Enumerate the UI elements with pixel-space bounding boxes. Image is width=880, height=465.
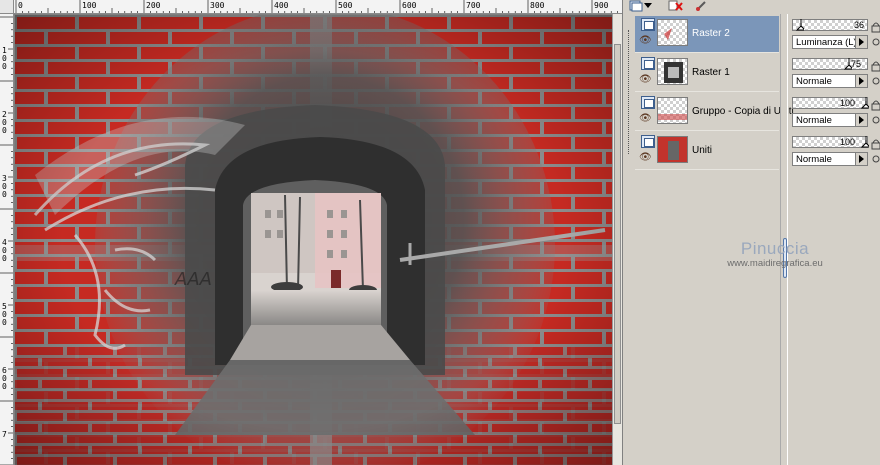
ruler-label: 200 (146, 1, 161, 10)
ruler-label: 0 (2, 318, 7, 327)
ruler-label: 500 (338, 1, 353, 10)
layer-row-raster-2[interactable]: 👁 Raster 2 (635, 16, 779, 53)
lock-link-icon[interactable] (870, 59, 880, 89)
ruler-label: 100 (82, 1, 97, 10)
chevron-right-icon[interactable] (855, 114, 867, 126)
opacity-slider[interactable]: 75 (792, 58, 868, 70)
layers-toolbar (623, 0, 880, 14)
canvas-area[interactable]: 0 100 200 300 400 500 600 700 800 900 100 200 300 40… (0, 0, 622, 465)
opacity-value: 75 (851, 59, 862, 69)
chevron-right-icon[interactable] (855, 153, 867, 165)
ruler-label: 0 (2, 62, 7, 71)
visibility-eye-icon[interactable]: 👁 (639, 75, 652, 85)
layer-name: Gruppo - Copia di Uniti (692, 106, 794, 117)
layer-thumbnail (657, 19, 688, 46)
opacity-slider[interactable]: 100 (792, 136, 869, 148)
layer-group-line (628, 30, 629, 154)
blend-mode-select[interactable]: Normale (792, 74, 868, 88)
ruler-label: 0 (18, 1, 23, 10)
layer-row-raster-1[interactable]: 👁 Raster 1 (635, 55, 779, 92)
visibility-eye-icon[interactable]: 👁 (639, 153, 652, 163)
ruler-label: 0 (2, 382, 7, 391)
vertical-ruler: 1002003004005006007 (0, 14, 14, 465)
layer-props-raster-1: 75 Normale (790, 57, 880, 94)
layer-row-gruppo-copia-di-uniti[interactable]: 👁 Gruppo - Copia di Uniti (635, 94, 794, 131)
layer-name: Uniti (692, 145, 713, 156)
layer-thumbnail (657, 136, 688, 163)
layer-props-gruppo: 100 Normale (790, 96, 880, 133)
blend-mode-value: Normale (796, 154, 832, 165)
blend-mode-select[interactable]: Normale (792, 152, 868, 166)
ruler-label: 7 (2, 430, 7, 439)
visibility-eye-icon[interactable]: 👁 (639, 36, 652, 46)
ruler-label: 0 (2, 126, 7, 135)
blend-mode-select[interactable]: Luminanza (L) (792, 35, 868, 49)
blend-mode-value: Normale (796, 115, 832, 126)
layer-thumbnail (657, 97, 688, 124)
ruler-label: 300 (210, 1, 225, 10)
edit-brush-icon[interactable] (693, 0, 711, 12)
ruler-label: 0 (2, 190, 7, 199)
lock-link-icon[interactable] (870, 137, 880, 167)
visibility-eye-icon[interactable]: 👁 (639, 114, 652, 124)
ruler-label: 700 (466, 1, 481, 10)
layer-name: Raster 2 (692, 28, 730, 39)
layer-props-raster-2: 36 Luminanza (L) (790, 18, 880, 55)
layers-palette: 👁 Raster 2 👁 Raster 1 👁 Gruppo - Copia d… (622, 0, 880, 465)
opacity-value: 36 (853, 20, 864, 30)
raster-layer-icon (641, 57, 655, 70)
blend-mode-select[interactable]: Normale (792, 113, 868, 127)
ruler-label: 800 (530, 1, 545, 10)
raster-layer-icon (641, 135, 655, 148)
lock-link-icon[interactable] (870, 98, 880, 128)
psp-workspace: 0 100 200 300 400 500 600 700 800 900 100 200 300 40… (0, 0, 880, 465)
chevron-right-icon[interactable] (855, 75, 867, 87)
ruler-label: 400 (274, 1, 289, 10)
layer-name: Raster 1 (692, 67, 730, 78)
opacity-slider[interactable]: 36 (792, 19, 868, 31)
opacity-slider[interactable]: 100 (792, 97, 869, 109)
layer-thumbnail (657, 58, 688, 85)
raster-layer-icon (641, 18, 655, 31)
ruler-label: 0 (2, 254, 7, 263)
ruler-label: 600 (402, 1, 417, 10)
opacity-value: 100 (839, 98, 855, 108)
ruler-label: 900 (594, 1, 609, 10)
dropdown-arrow-icon[interactable] (643, 0, 653, 12)
opacity-value: 100 (839, 137, 855, 147)
layer-row-uniti[interactable]: 👁 Uniti (635, 133, 779, 170)
ruler-corner (0, 0, 14, 14)
delete-layer-icon[interactable] (667, 0, 685, 12)
canvas-image[interactable]: AAA (15, 15, 612, 465)
splitter-grip[interactable] (783, 238, 787, 278)
blend-mode-value: Luminanza (L) (796, 37, 857, 48)
scrollbar-thumb[interactable] (614, 44, 621, 424)
blend-mode-value: Normale (796, 76, 832, 87)
lock-link-icon[interactable] (870, 20, 880, 50)
raster-layer-icon (641, 96, 655, 109)
horizontal-ruler: 0 100 200 300 400 500 600 700 800 900 (14, 0, 622, 14)
chevron-right-icon[interactable] (855, 36, 867, 48)
layer-props-uniti: 100 Normale (790, 135, 880, 172)
canvas-vertical-scrollbar[interactable] (612, 14, 622, 465)
